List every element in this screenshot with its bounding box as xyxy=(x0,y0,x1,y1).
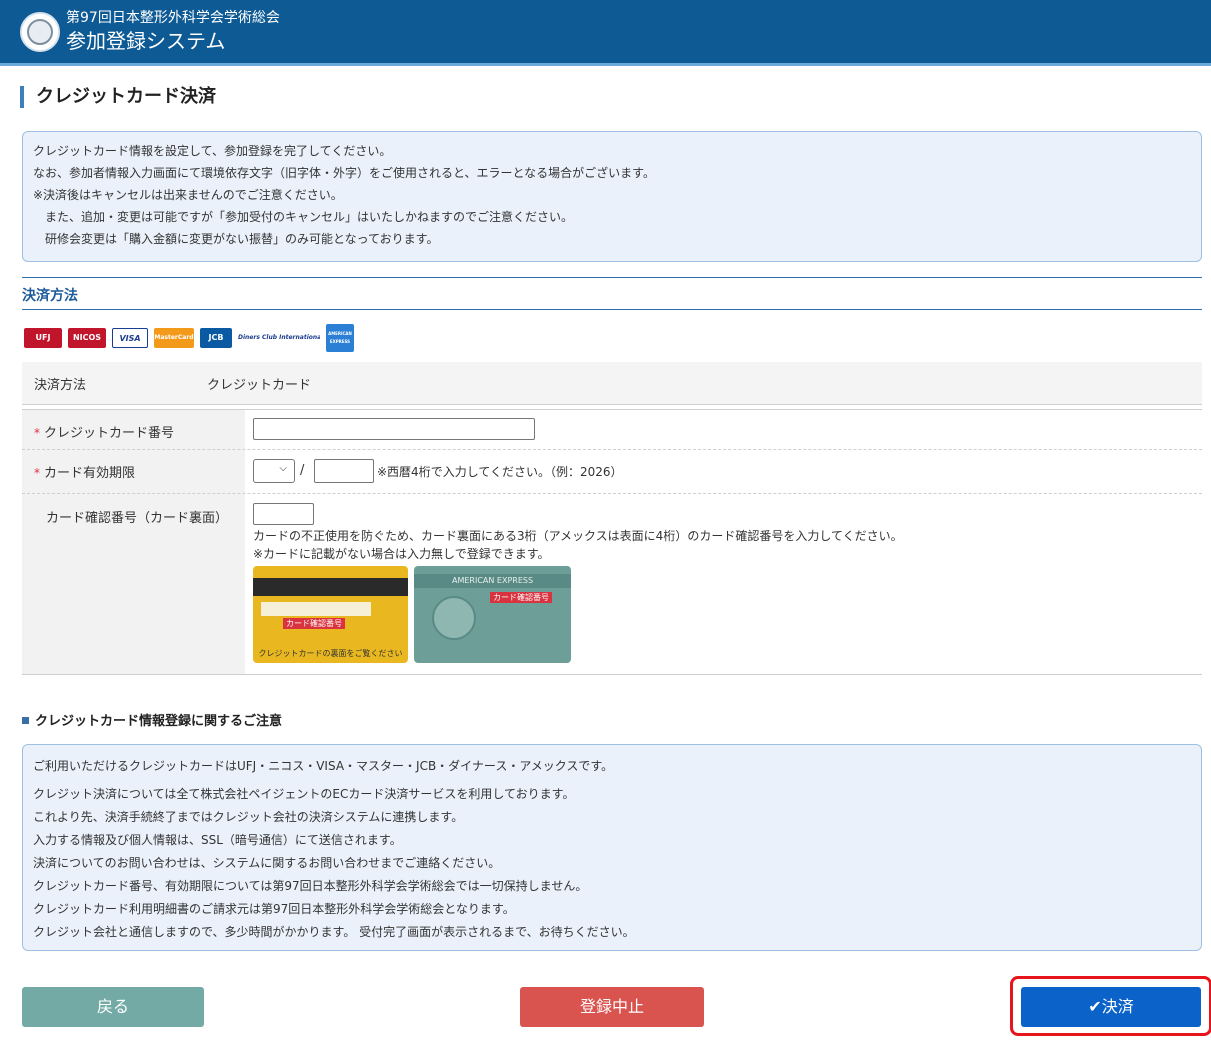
info-line: クレジットカード情報を設定して、参加登録を完了してください。 xyxy=(33,144,392,158)
header-title: 参加登録システム xyxy=(66,29,226,53)
card-number-label-text: クレジットカード番号 xyxy=(44,426,175,441)
row-divider xyxy=(22,404,1202,405)
expiry-year-input[interactable] xyxy=(314,459,374,483)
cvv-hint: カードの不正使用を防ぐため、カード裏面にある3桁（アメックスは表面に4桁）のカー… xyxy=(253,529,903,543)
cvv-input[interactable] xyxy=(253,503,314,525)
expiry-month-select[interactable]: ⌵ xyxy=(253,459,295,483)
expiry-separator: / xyxy=(300,463,305,478)
cvv-tag: カード確認番号 xyxy=(283,618,345,629)
mastercard-logo-icon: MasterCard xyxy=(154,328,194,348)
notice-line: クレジット会社と通信しますので、多少時間がかかります。 受付完了画面が表示される… xyxy=(33,925,635,939)
info-line: 研修会変更は「購入金額に変更がない振替」のみ可能となっております。 xyxy=(45,232,439,246)
notice-line: これより先、決済手続終了まではクレジット会社の決済システムに連携します。 xyxy=(33,810,464,824)
pay-button[interactable]: ✔決済 xyxy=(1021,987,1201,1027)
expiry-label: * カード有効期限 xyxy=(34,462,135,481)
card-number-input[interactable] xyxy=(253,418,535,440)
row-divider xyxy=(22,674,1202,675)
payment-method-value: クレジットカード xyxy=(207,378,312,393)
square-bullet-icon xyxy=(22,717,29,724)
cvv-label: カード確認番号（カード裏面） xyxy=(46,511,229,526)
app-header: 第97回日本整形外科学会学術総会 参加登録システム xyxy=(0,0,1211,66)
notice-heading: クレジットカード情報登録に関するご注意 xyxy=(22,710,282,729)
section-divider xyxy=(22,309,1202,310)
info-line: なお、参加者情報入力画面にて環境依存文字（旧字体・外字）をご使用されると、エラー… xyxy=(33,166,655,180)
amex-logo-icon: AMERICAN EXPRESS xyxy=(326,324,354,352)
expiry-label-text: カード有効期限 xyxy=(44,466,136,481)
info-box: クレジットカード情報を設定して、参加登録を完了してください。 なお、参加者情報入… xyxy=(22,131,1202,262)
diners-logo-icon: Diners Club International xyxy=(238,328,320,348)
visa-logo-icon: VISA xyxy=(112,328,148,348)
amex-card-image: AMERICAN EXPRESS カード確認番号 xyxy=(414,566,571,663)
card-back-caption: クレジットカードの裏面をご覧ください xyxy=(258,649,403,658)
header-subtitle: 第97回日本整形外科学会学術総会 xyxy=(66,10,280,26)
card-number-label: * クレジットカード番号 xyxy=(34,422,174,441)
payment-method-label: 決済方法 xyxy=(34,378,87,393)
back-button[interactable]: 戻る xyxy=(22,987,204,1027)
section-title: 決済方法 xyxy=(22,288,78,304)
chevron-down-icon: ⌵ xyxy=(279,463,287,474)
required-mark: * xyxy=(34,426,40,440)
row-divider xyxy=(22,493,1202,494)
required-mark: * xyxy=(34,466,40,480)
section-divider xyxy=(22,277,1202,278)
notice-title: クレジットカード情報登録に関するご注意 xyxy=(35,714,283,729)
cvv-hint-note: ※カードに記載がない場合は入力無しで登録できます。 xyxy=(253,547,550,561)
notice-line: クレジットカード利用明細書のご請求元は第97回日本整形外科学会学術総会となります… xyxy=(33,902,515,916)
notice-line: 入力する情報及び個人情報は、SSL（暗号通信）にて送信されます。 xyxy=(33,833,402,847)
jcb-logo-icon: JCB xyxy=(200,328,232,348)
info-line: ※決済後はキャンセルは出来ませんのでご注意ください。 xyxy=(33,188,343,202)
notice-box: ご利用いただけるクレジットカードはUFJ・ニコス・VISA・マスター・JCB・ダ… xyxy=(22,744,1202,951)
notice-line: クレジットカード番号、有効期限については第97回日本整形外科学会学術総会では一切… xyxy=(33,879,588,893)
notice-line: ご利用いただけるクレジットカードはUFJ・ニコス・VISA・マスター・JCB・ダ… xyxy=(33,759,614,773)
society-logo-icon xyxy=(20,12,60,52)
amex-card-brand: AMERICAN EXPRESS xyxy=(414,574,571,588)
expiry-hint: ※西暦4桁で入力してください。（例：2026） xyxy=(377,465,623,479)
card-back-image: カード確認番号 クレジットカードの裏面をご覧ください xyxy=(253,566,408,663)
cancel-registration-button[interactable]: 登録中止 xyxy=(520,987,704,1027)
payment-method-row xyxy=(22,362,1202,404)
cvv-tag: カード確認番号 xyxy=(490,592,552,603)
row-divider xyxy=(22,449,1202,450)
page-title: クレジットカード決済 xyxy=(20,86,216,108)
ufj-logo-icon: UFJ xyxy=(24,328,62,348)
info-line: また、追加・変更は可能ですが「参加受付のキャンセル」はいたしかねますのでご注意く… xyxy=(45,210,574,224)
notice-line: 決済についてのお問い合わせは、システムに関するお問い合わせまでご連絡ください。 xyxy=(33,856,501,870)
notice-line: クレジット決済については全て株式会社ペイジェントのECカード決済サービスを利用し… xyxy=(33,787,575,801)
nicos-logo-icon: NICOS xyxy=(68,328,106,348)
